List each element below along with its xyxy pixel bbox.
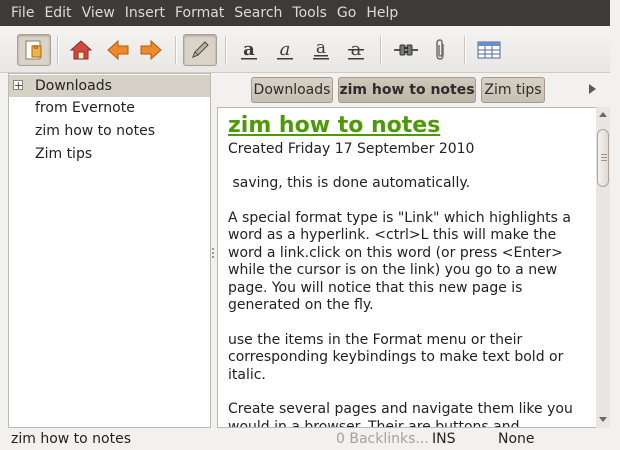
toolbar: a a a a xyxy=(0,26,610,73)
tree-item-label: from Evernote xyxy=(35,100,135,116)
editor-content[interactable]: zim how to notes Created Friday 17 Septe… xyxy=(228,108,593,428)
menu-help[interactable]: Help xyxy=(361,0,403,26)
attach-file-button[interactable] xyxy=(424,34,458,66)
page-index-tree: + Downloads from Evernote zim how to not… xyxy=(8,73,211,428)
created-date: Created Friday 17 September 2010 xyxy=(228,141,475,157)
menu-search[interactable]: Search xyxy=(229,0,287,26)
strikethrough-icon: a xyxy=(348,39,364,60)
index-page-icon xyxy=(25,40,42,60)
back-arrow-icon xyxy=(107,39,129,61)
edit-toggle-button[interactable] xyxy=(183,34,217,66)
home-icon xyxy=(69,40,93,60)
pane-splitter-handle[interactable] xyxy=(211,246,215,260)
menu-edit[interactable]: Edit xyxy=(39,0,76,26)
forward-arrow-icon xyxy=(140,39,162,61)
paragraph: Create several pages and navigate them l… xyxy=(228,401,573,428)
scroll-up-icon[interactable] xyxy=(599,112,607,117)
menu-tools[interactable]: Tools xyxy=(287,0,332,26)
paragraph: use the items in the Format menu or thei… xyxy=(228,331,564,383)
page-title: zim how to notes xyxy=(228,113,441,138)
tree-item-downloads[interactable]: + Downloads xyxy=(9,75,210,97)
menu-file[interactable]: File xyxy=(6,0,39,26)
insert-link-button[interactable] xyxy=(389,34,423,66)
tree-item-label: Downloads xyxy=(35,78,112,94)
scroll-down-icon[interactable] xyxy=(599,417,607,422)
bold-icon: a xyxy=(241,39,257,60)
menu-format[interactable]: Format xyxy=(170,0,229,26)
underline-icon: a xyxy=(313,39,329,60)
tree-item-label: Zim tips xyxy=(35,146,93,162)
page-editor[interactable]: zim how to notes Created Friday 17 Septe… xyxy=(217,107,610,428)
menu-go[interactable]: Go xyxy=(332,0,361,26)
svg-text:a: a xyxy=(243,39,255,60)
status-page-name: zim how to notes xyxy=(11,431,132,447)
insert-mode-indicator: INS xyxy=(432,431,456,447)
tab-scroll-right-icon[interactable] xyxy=(589,84,596,94)
menu-insert[interactable]: Insert xyxy=(120,0,170,26)
tab-zim-tips[interactable]: Zim tips xyxy=(481,77,545,103)
backlinks-button[interactable]: 0 Backlinks... xyxy=(336,429,429,450)
underline-button[interactable]: a xyxy=(304,34,338,66)
editor-scrollbar[interactable] xyxy=(596,107,610,428)
menu-bar: File Edit View Insert Format Search Tool… xyxy=(0,0,610,26)
tree-item-from-evernote[interactable]: from Evernote xyxy=(9,97,210,119)
insert-table-icon xyxy=(477,41,501,59)
home-button[interactable] xyxy=(64,34,98,66)
paragraph: saving, this is done automatically. xyxy=(228,175,471,191)
svg-text:a: a xyxy=(280,39,291,60)
tree-item-zim-tips[interactable]: Zim tips xyxy=(9,143,210,165)
back-button[interactable] xyxy=(101,34,135,66)
strikethrough-button[interactable]: a xyxy=(339,34,373,66)
paragraph: A special format type is "Link" which hi… xyxy=(228,209,571,314)
tab-zim-how-to-notes[interactable]: zim how to notes xyxy=(338,77,476,103)
forward-button[interactable] xyxy=(134,34,168,66)
italic-button[interactable]: a xyxy=(268,34,302,66)
italic-icon: a xyxy=(277,39,293,60)
scrollbar-thumb[interactable] xyxy=(597,129,609,187)
menu-view[interactable]: View xyxy=(77,0,120,26)
style-indicator[interactable]: None xyxy=(498,429,535,450)
attach-file-icon xyxy=(436,39,444,60)
tree-item-label: zim how to notes xyxy=(35,123,156,139)
tree-item-zim-how-to-notes[interactable]: zim how to notes xyxy=(9,120,210,142)
expander-icon[interactable]: + xyxy=(13,80,23,91)
bold-button[interactable]: a xyxy=(232,34,266,66)
index-toggle-button[interactable] xyxy=(17,34,51,66)
status-bar: zim how to notes 0 Backlinks... INS None xyxy=(0,429,620,450)
edit-pencil-icon xyxy=(192,41,209,58)
tab-downloads[interactable]: Downloads xyxy=(251,77,333,103)
insert-table-button[interactable] xyxy=(472,34,506,66)
insert-link-icon xyxy=(394,44,418,56)
